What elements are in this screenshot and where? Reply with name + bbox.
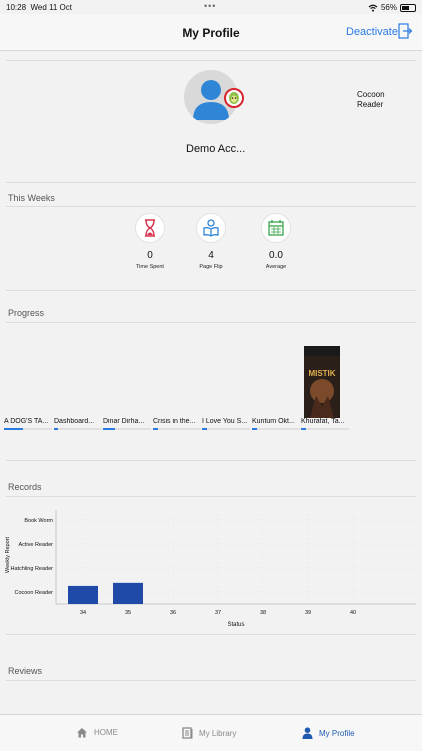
tab-my-profile[interactable]: My Profile <box>302 727 355 739</box>
book-title: Khurafat, Ta... <box>301 418 345 425</box>
battery-icon <box>400 3 416 12</box>
progress-book[interactable]: Crisis in the... <box>153 418 201 430</box>
reader-level: Cocoon Reader <box>357 90 385 109</box>
chart-bar <box>113 582 143 604</box>
divider <box>6 322 416 323</box>
book-title: Dinar Dirha... <box>103 418 145 425</box>
tab-label: My Profile <box>319 728 355 738</box>
status-right: 56% <box>368 3 416 12</box>
progress-title: Progress <box>8 308 45 318</box>
book-progress-fill <box>301 428 306 430</box>
profile-icon <box>302 727 313 739</box>
tab-label: HOME <box>94 728 118 737</box>
user-name: Demo Acc... <box>186 143 246 155</box>
reviews-title: Reviews <box>8 666 43 676</box>
chart-x-tick-label: 37 <box>215 610 221 616</box>
divider <box>6 680 416 681</box>
book-progress-bar <box>54 428 102 430</box>
hourglass-icon <box>135 213 165 243</box>
stat-label: Page Flip <box>199 264 223 270</box>
book-progress-bar <box>252 428 300 430</box>
book-progress-bar <box>4 428 52 430</box>
divider <box>6 290 416 291</box>
stat-label: Average <box>265 264 287 270</box>
chart-y-tick-label: Active Reader <box>18 542 53 548</box>
chart-x-tick-label: 38 <box>260 610 266 616</box>
book-progress-fill <box>202 428 207 430</box>
divider <box>6 496 416 497</box>
chart-x-tick-label: 39 <box>305 610 311 616</box>
chart-x-tick-label: 34 <box>80 610 86 616</box>
avocado-badge-icon <box>224 88 244 108</box>
stat-page-flip: 4 Page Flip <box>181 213 241 270</box>
book-title: A DOG'S TA... <box>4 418 49 425</box>
home-icon <box>77 728 87 738</box>
book-progress-bar <box>103 428 151 430</box>
book-progress-bar <box>202 428 250 430</box>
status-time: 10:28 Wed 11 Oct <box>6 3 72 12</box>
cover-title: MISTIK <box>308 369 335 378</box>
book-progress-fill <box>54 428 58 430</box>
book-title: Kuntum Okt... <box>252 418 295 425</box>
book-progress-fill <box>103 428 115 430</box>
tab-home[interactable]: HOME <box>76 727 118 738</box>
stat-time-spent: 0 Time Spent <box>120 213 180 270</box>
progress-book[interactable]: Kuntum Okt... <box>252 418 300 430</box>
tab-label: My Library <box>199 728 237 738</box>
divider <box>6 460 416 461</box>
book-title: I Love You S... <box>202 418 248 425</box>
progress-book[interactable]: A DOG'S TA... <box>4 418 52 430</box>
book-cover[interactable]: MISTIK <box>304 346 340 418</box>
progress-book[interactable]: I Love You S... <box>202 418 250 430</box>
library-icon <box>182 727 193 739</box>
tab-my-library[interactable]: My Library <box>182 727 236 739</box>
book-title: Dashboard... <box>54 418 95 425</box>
stat-average: 0.0 Average <box>246 213 306 270</box>
avatar[interactable] <box>184 70 244 136</box>
tab-bar: HOME My Library My Profile <box>0 714 422 751</box>
progress-book[interactable]: Dinar Dirha... <box>103 418 151 430</box>
book-title: Crisis in the... <box>153 418 196 425</box>
progress-book[interactable]: Dashboard... <box>54 418 102 430</box>
chart-y-tick-label: Book Worm <box>24 518 53 524</box>
stat-value: 4 <box>208 250 214 261</box>
deactivate-button[interactable]: Deactivate <box>346 26 398 38</box>
this-weeks-title: This Weeks <box>8 193 55 203</box>
wifi-icon <box>368 4 378 12</box>
chart-x-tick-label: 36 <box>170 610 176 616</box>
stat-value: 0.0 <box>269 250 283 261</box>
reading-icon <box>196 213 226 243</box>
chart-x-tick-label: 35 <box>125 610 131 616</box>
chart-x-tick-label: 40 <box>350 610 356 616</box>
chart-bar <box>68 585 98 604</box>
chart-xlabel: Status <box>227 622 244 628</box>
divider <box>6 206 416 207</box>
divider <box>6 60 416 61</box>
book-progress-bar <box>153 428 201 430</box>
divider <box>6 634 416 635</box>
book-progress-bar <box>301 428 349 430</box>
divider <box>6 182 416 183</box>
multitask-dots[interactable]: ••• <box>204 1 216 11</box>
battery-percent: 56% <box>380 3 397 12</box>
records-title: Records <box>8 482 42 492</box>
stat-label: Time Spent <box>136 264 164 270</box>
logout-icon[interactable] <box>398 23 412 39</box>
book-progress-fill <box>153 428 158 430</box>
chart-y-tick-label: Hatchling Reader <box>11 566 54 572</box>
progress-book[interactable]: Khurafat, Ta... <box>301 418 349 430</box>
chart-ylabel: Weekly Report <box>5 537 11 573</box>
chart-y-tick-label: Cocoon Reader <box>14 590 53 596</box>
records-chart: Cocoon Reader Hatchling Reader Active Read… <box>5 510 416 628</box>
book-progress-fill <box>4 428 24 430</box>
navigation-bar: My Profile Deactivate <box>0 14 422 51</box>
status-bar: 10:28 Wed 11 Oct ••• 56% <box>0 0 422 14</box>
stat-value: 0 <box>147 250 153 261</box>
book-progress-fill <box>252 428 257 430</box>
calendar-icon <box>261 213 291 243</box>
